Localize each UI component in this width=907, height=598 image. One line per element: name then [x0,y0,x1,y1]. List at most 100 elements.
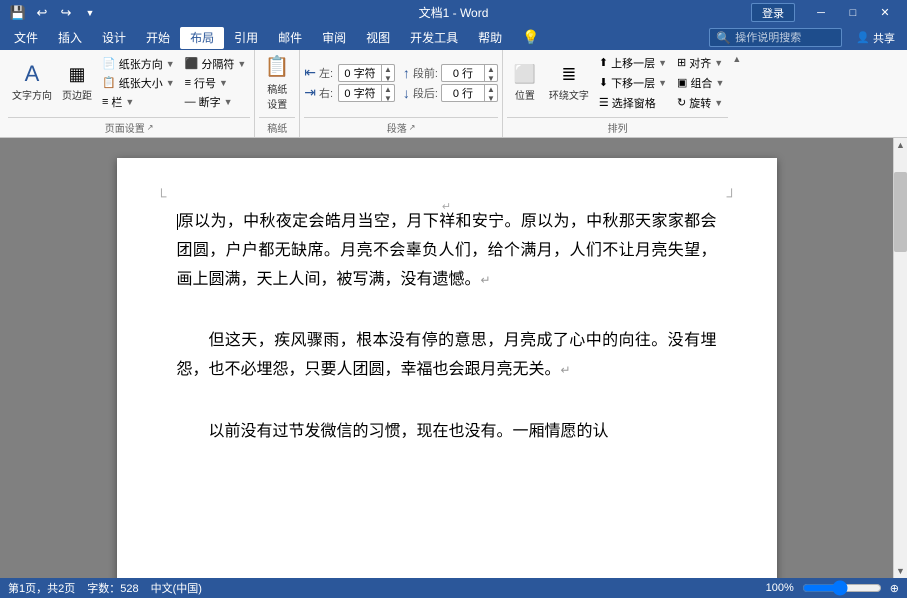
hyphen-button[interactable]: — 断字 ▼ [181,93,251,111]
menu-help[interactable]: 帮助 [468,27,512,49]
minimize-button[interactable]: ─ [807,0,835,25]
menu-review[interactable]: 审阅 [312,27,356,49]
indent-right-up[interactable]: ▲ [382,85,394,94]
space-before-input[interactable] [442,67,484,79]
page-break-button[interactable]: ⬛ 分隔符 ▼ [181,55,251,73]
document-page[interactable]: └ ┘ ↵ 原以为，中秋夜定会皓月当空，月下祥和安宁。原以为，中秋那天家家都会团… [117,158,777,578]
menu-developer[interactable]: 开发工具 [400,27,468,49]
indent-right-row: ⇥ 右: ▲ ▼ [304,84,395,102]
paper-size-arrow: ▼ [166,78,175,88]
space-after-input[interactable] [442,87,484,99]
space-before-down[interactable]: ▼ [485,74,497,83]
quick-access-dropdown[interactable]: ▼ [80,3,100,23]
line-number-icon: ≡ [185,77,191,89]
column-button[interactable]: ≡ 栏 ▼ [98,93,179,111]
paragraph-3[interactable]: 以前没有过节发微信的习惯，现在也没有。一厢情愿的认 [177,418,717,447]
wrap-text-button[interactable]: ≣ 环绕文字 [545,62,593,104]
position-button[interactable]: ⬜ 位置 [507,62,543,104]
scroll-thumb[interactable] [894,172,907,252]
zoom-slider[interactable] [802,580,882,596]
para-mark-2: ↵ [561,363,571,377]
paragraph-1[interactable]: 原以为，中秋夜定会皓月当空，月下祥和安宁。原以为，中秋那天家家都会团圆，户户都无… [177,208,717,294]
indent-left-input[interactable] [339,67,381,79]
align-icon: ⊞ [677,56,686,69]
space-after-spinners: ▲ ▼ [484,85,497,101]
rotate-button[interactable]: ↻ 旋转 ▼ [673,94,728,112]
scroll-track[interactable] [894,152,907,564]
group-button[interactable]: ▣ 组合 ▼ [673,74,728,92]
space-before-icon: ↑ [403,65,410,81]
space-before-up[interactable]: ▲ [485,65,497,74]
indent-right-input[interactable] [339,87,381,99]
window-title: 文档1 - Word [419,4,489,21]
paper-settings-button[interactable]: 📋 稿纸设置 [259,52,295,113]
text-direction-label: 文字方向 [12,87,52,102]
indent-left-down[interactable]: ▼ [382,74,394,83]
scroll-up-button[interactable]: ▲ [894,138,907,152]
indent-left-up[interactable]: ▲ [382,65,394,74]
redo-button[interactable]: ↪ [56,3,76,23]
person-icon: 👤 [856,31,870,44]
text-direction-button[interactable]: A 文字方向 [8,61,56,104]
ribbon-group-paragraph: ⇤ 左: ▲ ▼ ⇥ 右: [300,50,503,137]
indent-left-icon: ⇤ [304,64,316,81]
select-pane-button[interactable]: ☰ 选择窗格 [595,94,671,112]
paper-size-button[interactable]: 📋 纸张大小 ▼ [98,74,179,92]
space-after-down[interactable]: ▼ [485,94,497,103]
text-cursor [177,214,178,230]
menu-home[interactable]: 开始 [136,27,180,49]
search-input[interactable] [735,32,835,44]
search-box: 🔍 [709,28,842,47]
zoom-level: 100% [766,582,794,594]
menu-file[interactable]: 文件 [4,27,48,49]
menu-design[interactable]: 设计 [92,27,136,49]
paragraph-2[interactable]: 但这天，疾风骤雨，根本没有停的意思，月亮成了心中的向往。没有埋怨，也不必埋怨，只… [177,327,717,385]
ribbon-group-content-paragraph: ⇤ 左: ▲ ▼ ⇥ 右: [304,50,498,115]
menu-layout[interactable]: 布局 [180,27,224,49]
close-button[interactable]: ✕ [871,0,899,25]
indent-right-down[interactable]: ▼ [382,94,394,103]
menu-tips-icon[interactable]: 💡 [512,27,549,49]
bring-forward-icon: ⬆ [599,56,608,69]
ribbon-collapse[interactable]: ▲ [732,50,746,137]
send-backward-button[interactable]: ⬇ 下移一层 ▼ [595,74,671,92]
para-mark-1: ↵ [481,273,491,287]
paper-settings-icon: 📋 [265,54,290,79]
align-button[interactable]: ⊞ 对齐 ▼ [673,54,728,72]
indent-left-input-group: ▲ ▼ [338,64,395,82]
title-bar-right: 登录 ─ □ ✕ [751,0,899,25]
paragraph-expand-icon[interactable]: ↗ [409,123,416,132]
paper-settings-label: 稿纸设置 [267,81,287,111]
line-number-button[interactable]: ≡ 行号 ▼ [181,74,251,92]
enter-mark-top: ↵ [442,200,451,213]
ribbon-group-content-paper: 📋 稿纸设置 [259,50,295,115]
document-scroll: └ ┘ ↵ 原以为，中秋夜定会皓月当空，月下祥和安宁。原以为，中秋那天家家都会团… [0,138,893,578]
menu-mail[interactable]: 邮件 [268,27,312,49]
scroll-down-button[interactable]: ▼ [894,564,907,578]
wrap-text-icon: ≣ [561,64,576,85]
login-button[interactable]: 登录 [751,3,795,22]
menu-view[interactable]: 视图 [356,27,400,49]
space-after-label: 段后: [413,85,438,101]
indent-left-spinners: ▲ ▼ [381,65,394,81]
margin-button[interactable]: ▦ 页边距 [58,62,96,104]
indent-right-label: 右: [319,85,335,101]
quick-access-buttons: 💾 ↩ ↪ ▼ [8,3,100,23]
title-bar: 💾 ↩ ↪ ▼ 文档1 - Word 登录 ─ □ ✕ [0,0,907,25]
paper-size-icon: 📋 [102,76,116,89]
share-button[interactable]: 👤 共享 [848,29,903,47]
menu-bar: 文件 插入 设计 开始 布局 引用 邮件 审阅 视图 开发工具 帮助 💡 🔍 👤… [0,25,907,50]
space-after-up[interactable]: ▲ [485,85,497,94]
undo-button[interactable]: ↩ [32,3,52,23]
maximize-button[interactable]: □ [839,0,867,25]
page-setup-expand-icon[interactable]: ↗ [147,123,154,132]
save-button[interactable]: 💾 [8,3,28,23]
bring-forward-button[interactable]: ⬆ 上移一层 ▼ [595,54,671,72]
menu-references[interactable]: 引用 [224,27,268,49]
menu-bar-right: 🔍 👤 共享 [709,28,903,47]
margin-icon: ▦ [68,64,85,85]
document-text[interactable]: 原以为，中秋夜定会皓月当空，月下祥和安宁。原以为，中秋那天家家都会团圆，户户都无… [177,208,717,446]
menu-insert[interactable]: 插入 [48,27,92,49]
paper-orientation-button[interactable]: 📄 纸张方向 ▼ [98,55,179,73]
zoom-in-button[interactable]: ⊕ [890,582,899,595]
